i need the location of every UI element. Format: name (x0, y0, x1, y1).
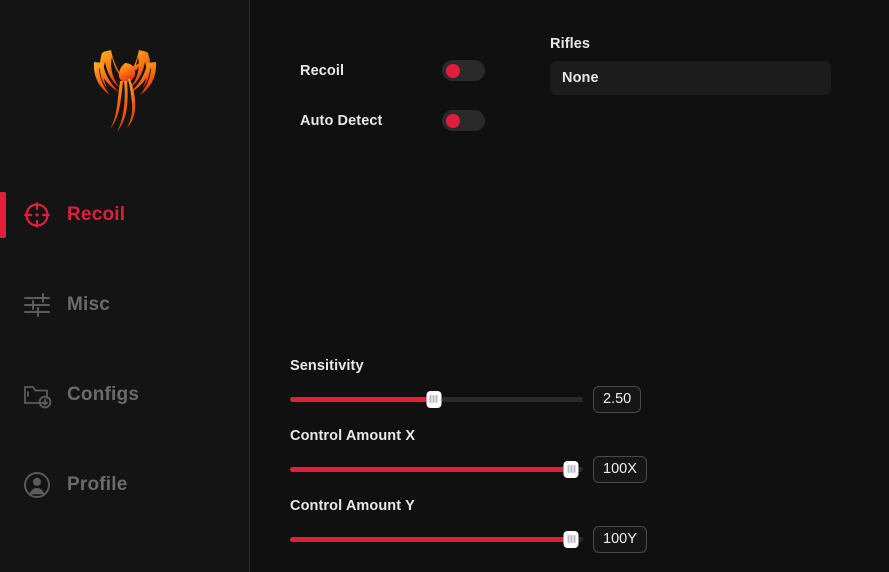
control-amount-x-slider-track[interactable] (290, 460, 583, 478)
sliders-icon (20, 288, 54, 322)
slider-fill (290, 466, 572, 472)
sidebar-item-label: Profile (67, 474, 128, 495)
slider-group: Sensitivity 2.50 Control Amount X 100X C… (290, 358, 889, 553)
rifles-select[interactable]: None (550, 61, 831, 95)
auto-detect-toggle-switch[interactable] (442, 110, 485, 131)
slider-block-control-amount-y: Control Amount Y 100Y (290, 498, 889, 553)
logo (0, 30, 249, 140)
sidebar-nav: Recoil Misc Configs Profile (0, 170, 249, 530)
control-amount-y-slider-thumb[interactable] (563, 530, 579, 548)
sidebar-item-profile[interactable]: Profile (0, 440, 249, 530)
slider-block-control-amount-x: Control Amount X 100X (290, 428, 889, 483)
sensitivity-value-field[interactable]: 2.50 (593, 385, 642, 413)
toggle-label: Auto Detect (300, 113, 383, 129)
crosshair-icon (20, 198, 54, 232)
main-content: Recoil Auto Detect Rifles None Sensitivi… (250, 0, 889, 572)
sensitivity-slider-track[interactable] (290, 390, 583, 408)
slider-block-sensitivity: Sensitivity 2.50 (290, 358, 889, 413)
sidebar: Recoil Misc Configs Profile (0, 0, 250, 572)
toggle-label: Recoil (300, 63, 345, 79)
user-circle-icon (20, 468, 54, 502)
control-amount-y-value-field[interactable]: 100Y (593, 525, 647, 553)
sidebar-item-label: Recoil (67, 204, 126, 225)
toggle-group: Recoil Auto Detect (300, 56, 535, 136)
rifles-title: Rifles (550, 36, 591, 52)
sidebar-item-recoil[interactable]: Recoil (0, 170, 249, 260)
sidebar-item-label: Configs (67, 384, 140, 405)
toggle-knob (446, 63, 460, 78)
sidebar-item-label: Misc (67, 294, 111, 315)
slider-row: 100X (290, 455, 889, 483)
control-amount-x-slider-thumb[interactable] (563, 460, 579, 478)
rifles-selected-value: None (562, 70, 599, 86)
toggle-knob (446, 113, 460, 128)
slider-row: 100Y (290, 525, 889, 553)
slider-fill (290, 536, 572, 542)
slider-label: Control Amount X (290, 428, 416, 444)
control-amount-y-slider-track[interactable] (290, 530, 583, 548)
sidebar-item-configs[interactable]: Configs (0, 350, 249, 440)
folder-download-icon (20, 378, 54, 412)
recoil-toggle-switch[interactable] (442, 60, 485, 81)
application-window: Recoil Misc Configs Profile Recoil Auto … (0, 0, 889, 572)
slider-row: 2.50 (290, 385, 889, 413)
sensitivity-slider-thumb[interactable] (426, 390, 442, 408)
active-indicator-bar (0, 192, 6, 238)
toggle-row-auto-detect: Auto Detect (300, 106, 535, 136)
toggle-row-recoil: Recoil (300, 56, 535, 86)
sidebar-item-misc[interactable]: Misc (0, 260, 249, 350)
control-amount-x-value-field[interactable]: 100X (593, 455, 647, 483)
slider-label: Control Amount Y (290, 498, 415, 514)
slider-fill (290, 396, 434, 402)
rifles-panel: Rifles None (550, 36, 832, 95)
slider-label: Sensitivity (290, 358, 364, 374)
phoenix-logo-icon (93, 50, 156, 132)
